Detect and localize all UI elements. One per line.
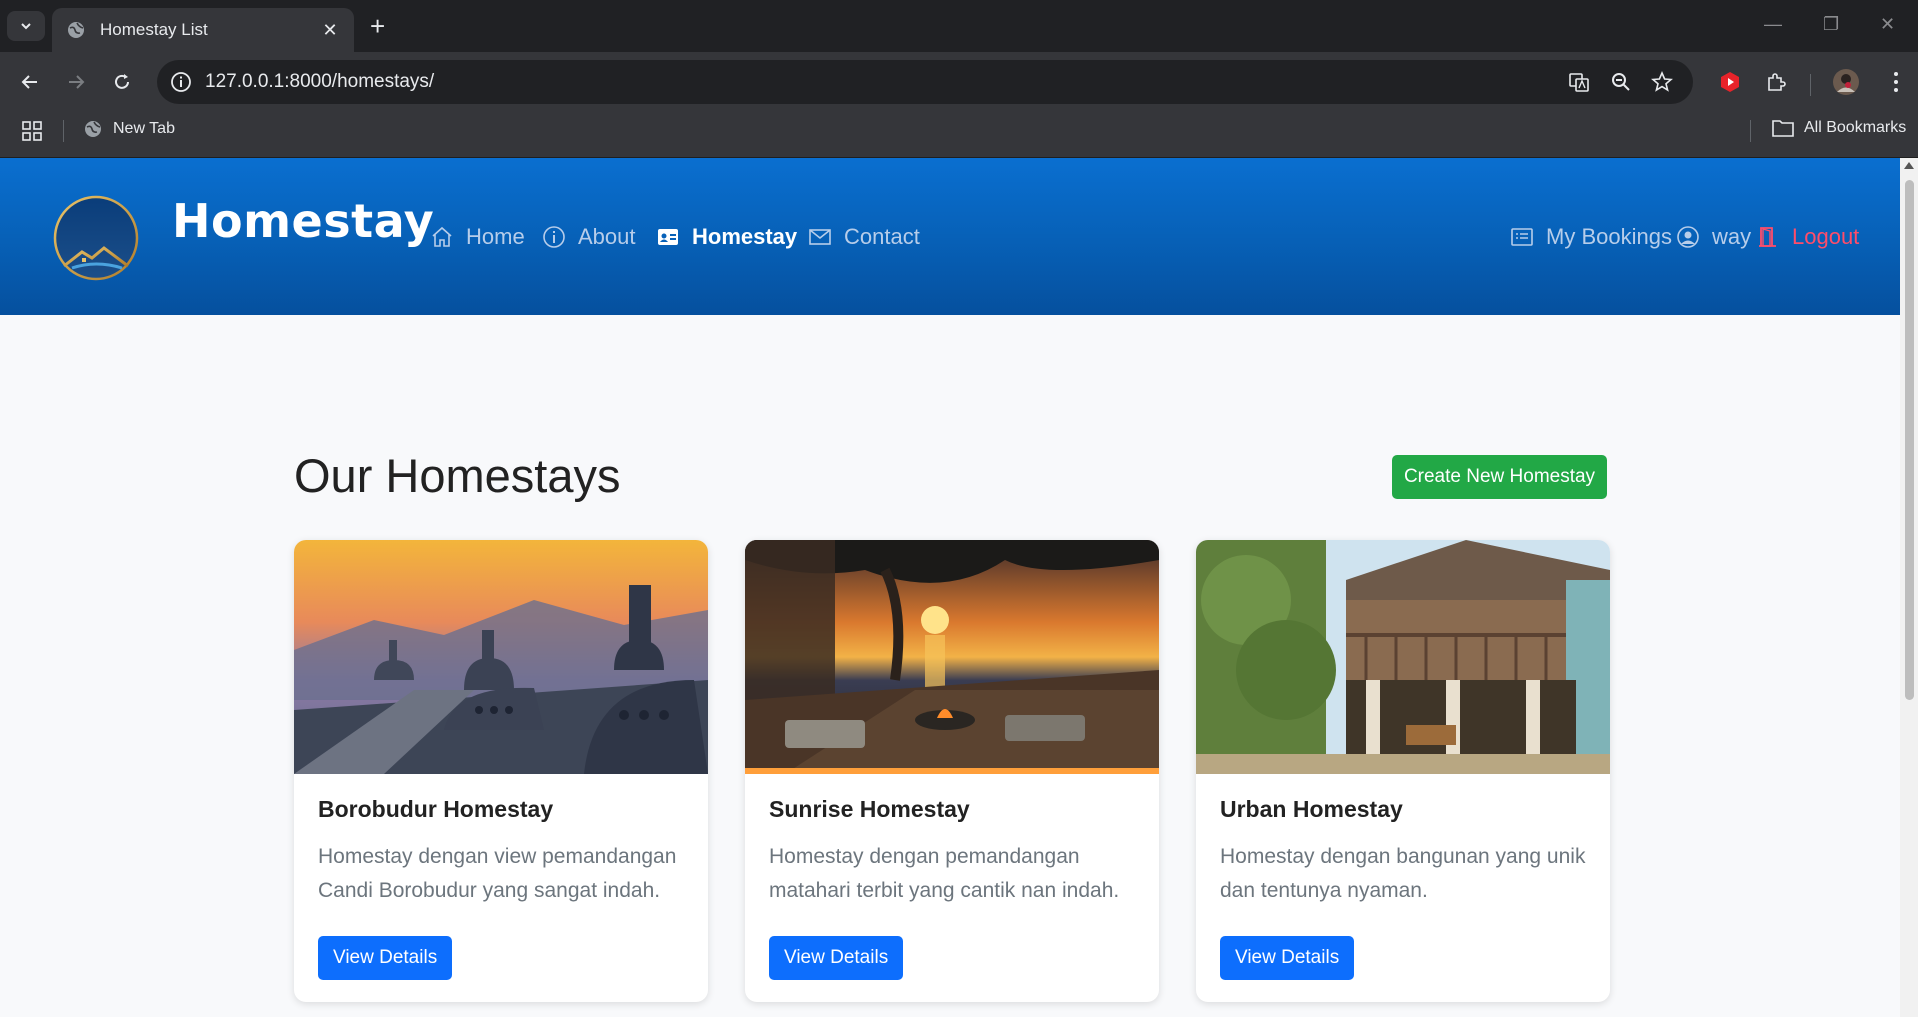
bookmark-new-tab[interactable]: New Tab bbox=[83, 119, 175, 139]
nav-home-label: Home bbox=[466, 224, 525, 249]
nav-homestay[interactable]: Homestay bbox=[656, 224, 797, 250]
card-title: Borobudur Homestay bbox=[318, 796, 554, 822]
site-header: Homestay Home About Homestay Contact My … bbox=[0, 158, 1900, 315]
nav-logout[interactable]: Logout bbox=[1756, 224, 1859, 250]
homestay-card: Sunrise Homestay Homestay dengan pemanda… bbox=[745, 540, 1159, 1002]
create-homestay-button[interactable]: Create New Homestay bbox=[1392, 455, 1607, 499]
card-description: Homestay dengan view pemandangan Candi B… bbox=[318, 845, 677, 902]
view-details-button[interactable]: View Details bbox=[1220, 936, 1355, 980]
browser-menu-icon[interactable] bbox=[1882, 68, 1910, 96]
card-title: Urban Homestay bbox=[1220, 796, 1403, 822]
restore-icon[interactable]: ❐ bbox=[1823, 14, 1839, 35]
nav-user-label: way bbox=[1712, 224, 1752, 249]
page-title: Our Homestays bbox=[294, 449, 621, 502]
card-title: Sunrise Homestay bbox=[769, 796, 970, 822]
bookmarks-divider bbox=[1750, 120, 1751, 142]
url-text[interactable]: 127.0.0.1:8000/homestays/ bbox=[205, 71, 434, 93]
card-description: Homestay dengan pemandangan matahari ter… bbox=[769, 845, 1120, 902]
info-icon bbox=[543, 226, 565, 248]
translate-icon[interactable] bbox=[1567, 70, 1591, 94]
sunrise-image[interactable] bbox=[745, 540, 1159, 774]
nav-contact-label: Contact bbox=[844, 224, 920, 249]
homestay-card: Urban Homestay Homestay dengan bangunan … bbox=[1196, 540, 1610, 1002]
scroll-up-arrow-icon[interactable] bbox=[1904, 162, 1914, 169]
arrow-right-icon bbox=[69, 75, 85, 89]
close-window-icon[interactable]: ✕ bbox=[1880, 14, 1895, 35]
toolbar-divider bbox=[1810, 74, 1811, 96]
tab-title: Homestay List bbox=[100, 20, 208, 39]
all-bookmarks-label: All Bookmarks bbox=[1804, 119, 1907, 136]
nav-about-label: About bbox=[578, 224, 636, 249]
nav-contact[interactable]: Contact bbox=[808, 224, 920, 250]
all-bookmarks-button[interactable]: All Bookmarks bbox=[1772, 119, 1906, 137]
new-tab-button[interactable]: + bbox=[370, 12, 385, 40]
page-scrollbar[interactable] bbox=[1900, 158, 1918, 1017]
brand-name[interactable]: Homestay bbox=[172, 194, 434, 248]
globe-icon bbox=[68, 22, 84, 38]
folder-icon bbox=[1772, 120, 1794, 137]
nav-logout-label: Logout bbox=[1792, 224, 1860, 249]
address-bar[interactable]: 127.0.0.1:8000/homestays/ bbox=[157, 60, 1693, 104]
browser-tab[interactable]: Homestay List ✕ bbox=[52, 8, 354, 52]
reload-icon bbox=[115, 74, 129, 89]
nav-homestay-label: Homestay bbox=[692, 224, 798, 249]
back-button[interactable] bbox=[14, 66, 46, 98]
bookmarks-divider bbox=[63, 120, 64, 142]
borobudur-image[interactable] bbox=[294, 540, 708, 774]
chevron-down-icon bbox=[21, 23, 31, 30]
youtube-extension-icon[interactable] bbox=[1716, 68, 1744, 96]
globe-icon bbox=[85, 121, 101, 137]
user-circle-icon bbox=[1677, 226, 1699, 248]
arrow-left-icon bbox=[21, 75, 37, 89]
homestay-card: Borobudur Homestay Homestay dengan view … bbox=[294, 540, 708, 1002]
reload-button[interactable] bbox=[106, 66, 138, 98]
homestay-logo[interactable] bbox=[52, 194, 140, 282]
id-card-icon bbox=[658, 229, 678, 245]
tab-search-button[interactable] bbox=[7, 11, 45, 41]
minimize-icon[interactable]: — bbox=[1764, 14, 1782, 35]
page-viewport: Homestay Home About Homestay Contact My … bbox=[0, 158, 1900, 1017]
star-icon[interactable] bbox=[1650, 70, 1674, 94]
nav-about[interactable]: About bbox=[542, 224, 636, 250]
profile-avatar[interactable] bbox=[1832, 68, 1860, 96]
list-card-icon bbox=[1511, 228, 1533, 246]
apps-grid-icon[interactable] bbox=[22, 121, 42, 146]
extensions-icon[interactable] bbox=[1762, 68, 1790, 96]
bookmarks-bar bbox=[0, 112, 1918, 158]
envelope-icon bbox=[809, 229, 831, 245]
nav-my-bookings-label: My Bookings bbox=[1546, 224, 1672, 249]
view-details-button[interactable]: View Details bbox=[318, 936, 453, 980]
browser-tab-bar: Homestay List ✕ + — ❐ ✕ bbox=[0, 0, 1918, 52]
view-details-button[interactable]: View Details bbox=[769, 936, 904, 980]
forward-button[interactable] bbox=[60, 66, 92, 98]
tab-close-icon[interactable]: ✕ bbox=[320, 20, 340, 41]
scrollbar-thumb[interactable] bbox=[1905, 180, 1914, 700]
bookmark-label: New Tab bbox=[113, 120, 175, 137]
nav-user[interactable]: way bbox=[1676, 224, 1751, 250]
nav-home[interactable]: Home bbox=[430, 224, 525, 250]
site-info-icon[interactable] bbox=[169, 70, 193, 94]
zoom-icon[interactable] bbox=[1609, 70, 1633, 94]
door-icon bbox=[1759, 227, 1776, 247]
card-description: Homestay dengan bangunan yang unik dan t… bbox=[1220, 845, 1586, 902]
home-icon bbox=[432, 226, 452, 247]
nav-my-bookings[interactable]: My Bookings bbox=[1510, 224, 1672, 250]
urban-house-image[interactable] bbox=[1196, 540, 1610, 774]
